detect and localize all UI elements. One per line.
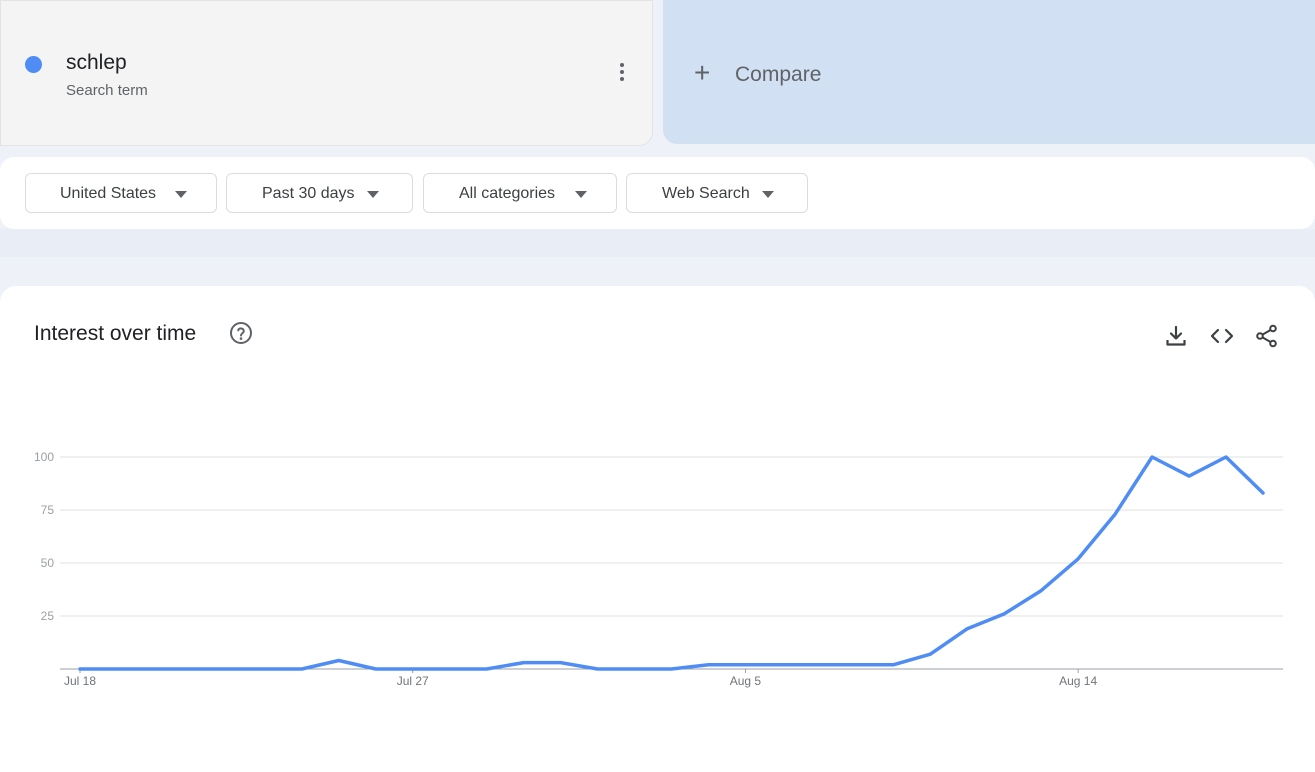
data-point[interactable] <box>1037 587 1045 595</box>
search-term-subtitle: Search term <box>66 82 148 99</box>
data-point[interactable] <box>963 625 971 633</box>
data-point[interactable] <box>1185 472 1193 480</box>
y-tick-label: 25 <box>41 609 55 623</box>
time-range-filter[interactable]: Past 30 days <box>226 173 413 213</box>
interest-line-chart: 25 50 75 100 Jul 18 Jul 27 Aug 5 Aug 14 <box>34 450 1283 688</box>
data-point[interactable] <box>594 665 602 673</box>
search-term-card: schlep Search term <box>0 0 653 146</box>
more-vert-icon[interactable] <box>611 61 633 87</box>
x-tick-label: Jul 18 <box>64 674 96 688</box>
x-tick-label: Jul 27 <box>397 674 429 688</box>
time-range-filter-label: Past 30 days <box>262 185 355 202</box>
plus-icon: + <box>694 57 711 88</box>
data-point[interactable] <box>889 661 897 669</box>
data-point[interactable] <box>113 665 121 673</box>
data-point[interactable] <box>668 665 676 673</box>
search-term-name: schlep <box>66 51 127 74</box>
caret-down-icon <box>762 191 774 198</box>
data-point[interactable] <box>150 665 158 673</box>
data-point[interactable] <box>557 659 565 667</box>
search-type-filter[interactable]: Web Search <box>626 173 808 213</box>
caret-down-icon <box>367 191 379 198</box>
caret-down-icon <box>575 191 587 198</box>
category-filter[interactable]: All categories <box>423 173 617 213</box>
data-point[interactable] <box>1259 489 1267 497</box>
data-point[interactable] <box>1074 555 1082 563</box>
data-point[interactable] <box>520 659 528 667</box>
caret-down-icon <box>175 191 187 198</box>
data-point[interactable] <box>483 665 491 673</box>
region-filter[interactable]: United States <box>25 173 217 213</box>
category-filter-label: All categories <box>459 185 556 202</box>
data-point[interactable] <box>1148 453 1156 461</box>
data-point[interactable] <box>187 665 195 673</box>
data-point[interactable] <box>446 665 454 673</box>
x-tick-label: Aug 5 <box>730 674 762 688</box>
x-tick-label: Aug 14 <box>1059 674 1097 688</box>
data-point[interactable] <box>1222 453 1230 461</box>
data-point[interactable] <box>741 661 749 669</box>
data-point[interactable] <box>261 665 269 673</box>
data-point[interactable] <box>926 650 934 658</box>
region-filter-label: United States <box>60 185 157 202</box>
section-divider <box>0 229 1315 257</box>
compare-button[interactable]: + Compare <box>663 0 1315 144</box>
data-point[interactable] <box>631 665 639 673</box>
filter-bar: United States Past 30 days All categorie… <box>0 157 1315 229</box>
data-point[interactable] <box>1111 510 1119 518</box>
y-tick-label: 50 <box>41 556 55 570</box>
data-point[interactable] <box>1000 610 1008 618</box>
y-tick-label: 100 <box>34 450 54 464</box>
y-tick-label: 75 <box>41 503 55 517</box>
compare-label: Compare <box>735 63 822 86</box>
data-point[interactable] <box>778 661 786 669</box>
data-point[interactable] <box>298 665 306 673</box>
search-type-filter-label: Web Search <box>662 185 750 202</box>
data-point[interactable] <box>335 657 343 665</box>
term-color-dot <box>25 56 42 73</box>
data-point[interactable] <box>76 665 84 673</box>
interest-over-time-card: Interest over time 25 50 75 100 Jul 18 Jul 27… <box>0 286 1315 772</box>
data-point[interactable] <box>409 665 417 673</box>
data-point[interactable] <box>815 661 823 669</box>
data-point[interactable] <box>852 661 860 669</box>
data-point[interactable] <box>372 665 380 673</box>
data-point[interactable] <box>224 665 232 673</box>
data-point[interactable] <box>704 661 712 669</box>
